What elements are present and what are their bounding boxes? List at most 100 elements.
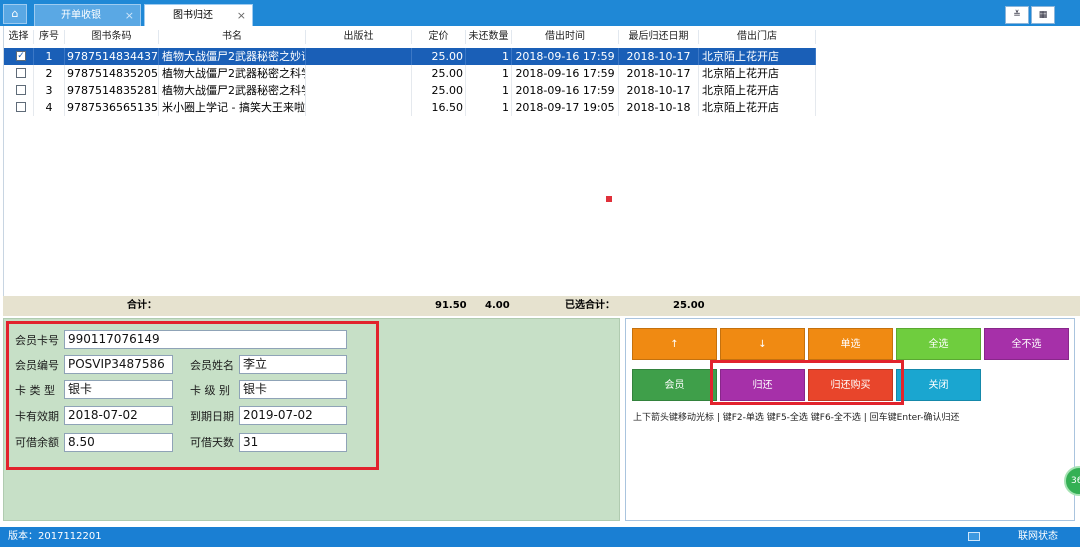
card-level-label: 卡 级 别: [190, 384, 230, 397]
keyboard-hint: 上下箭头键移动光标 | 键F2-单选 键F5-全选 键F6-全不选 | 回车键E…: [633, 413, 960, 423]
valid-date-field[interactable]: 2018-07-02: [64, 406, 173, 425]
card-no-label: 会员卡号: [15, 334, 59, 347]
tab-checkout-label: 开单收银: [61, 10, 101, 21]
card-no-field[interactable]: 990117076149: [64, 330, 347, 349]
close-button[interactable]: 关闭: [896, 369, 981, 401]
row-qty: 1: [466, 99, 512, 116]
row-lend-time: 2018-09-16 17:59: [512, 65, 619, 82]
status-bar: 版本：2017112201 联网状态: [0, 527, 1080, 547]
row-qty: 1: [466, 48, 512, 65]
network-status: 联网状态: [1018, 531, 1058, 542]
col-store[interactable]: 借出门店: [699, 30, 816, 44]
row-due: 2018-10-17: [619, 65, 699, 82]
row-publisher: [306, 48, 412, 65]
row-checkbox[interactable]: [16, 68, 26, 78]
table-row[interactable]: ✓ 1 9787514834437 植物大战僵尸2武器秘密之妙语说 25.00 …: [4, 48, 816, 65]
close-icon[interactable]: ×: [125, 5, 134, 26]
row-index: 2: [34, 65, 65, 82]
row-store: 北京陌上花开店: [699, 65, 816, 82]
table-row[interactable]: 3 9787514835281 植物大战僵尸2武器秘密之科学漫 25.00 1 …: [4, 82, 816, 99]
member-name-label: 会员姓名: [190, 359, 234, 372]
grid-menu-icon[interactable]: ▦: [1031, 6, 1055, 24]
totals-label: 合计：: [127, 300, 157, 311]
version-text: 版本：2017112201: [8, 531, 102, 542]
red-marker: [606, 196, 612, 202]
row-publisher: [306, 82, 412, 99]
row-title: 植物大战僵尸2武器秘密之科学漫: [159, 65, 306, 82]
expire-date-label: 到期日期: [190, 410, 234, 423]
member-id-label: 会员编号: [15, 359, 59, 372]
borrow-days-field[interactable]: 31: [239, 433, 347, 452]
col-publisher[interactable]: 出版社: [306, 30, 412, 44]
member-button[interactable]: 会员: [632, 369, 717, 401]
borrow-days-label: 可借天数: [190, 436, 234, 449]
row-price: 25.00: [412, 48, 466, 65]
row-due: 2018-10-18: [619, 99, 699, 116]
row-index: 4: [34, 99, 65, 116]
member-id-field[interactable]: POSVIP3487586: [64, 355, 173, 374]
row-store: 北京陌上花开店: [699, 48, 816, 65]
balance-field[interactable]: 8.50: [64, 433, 173, 452]
row-checkbox[interactable]: [16, 85, 26, 95]
tab-book-return-label: 图书归还: [173, 10, 213, 21]
balance-label: 可借余额: [15, 436, 59, 449]
expire-date-field[interactable]: 2019-07-02: [239, 406, 347, 425]
row-checkbox[interactable]: [16, 102, 26, 112]
row-store: 北京陌上花开店: [699, 82, 816, 99]
row-barcode: 9787514834437: [67, 48, 159, 65]
valid-date-label: 卡有效期: [15, 410, 59, 423]
row-title: 米小圈上学记 - 搞笑大王来啦: [159, 99, 306, 116]
table-row[interactable]: 2 9787514835205 植物大战僵尸2武器秘密之科学漫 25.00 1 …: [4, 65, 816, 82]
selected-total-label: 已选合计：: [565, 300, 615, 311]
row-due: 2018-10-17: [619, 48, 699, 65]
totals-price: 91.50: [435, 300, 467, 311]
card-type-label: 卡 类 型: [15, 384, 55, 397]
select-none-button[interactable]: 全不选: [984, 328, 1069, 360]
row-due: 2018-10-17: [619, 82, 699, 99]
row-title: 植物大战僵尸2武器秘密之妙语说: [159, 48, 306, 65]
row-barcode: 9787514835205: [67, 65, 159, 82]
totals-row: 合计： 91.50 4.00 已选合计： 25.00: [3, 296, 1080, 316]
chevron-down-icon[interactable]: ≚: [1005, 6, 1029, 24]
row-index: 3: [34, 82, 65, 99]
col-title[interactable]: 书名: [159, 30, 306, 44]
buttons-highlight-frame: [710, 360, 904, 405]
row-qty: 1: [466, 82, 512, 99]
row-publisher: [306, 99, 412, 116]
row-publisher: [306, 65, 412, 82]
network-icon: [968, 532, 980, 541]
single-select-button[interactable]: 单选: [808, 328, 893, 360]
row-qty: 1: [466, 65, 512, 82]
borrowed-books-table: 选择 序号 图书条码 书名 出版社 定价 未还数量 借出时间 最后归还日期 借出…: [3, 26, 1080, 296]
row-lend-time: 2018-09-16 17:59: [512, 48, 619, 65]
member-name-field[interactable]: 李立: [239, 355, 347, 374]
table-header: 选择 序号 图书条码 书名 出版社 定价 未还数量 借出时间 最后归还日期 借出…: [4, 30, 816, 44]
col-due-date[interactable]: 最后归还日期: [619, 30, 699, 44]
select-all-button[interactable]: 全选: [896, 328, 981, 360]
col-price[interactable]: 定价: [412, 30, 466, 44]
row-lend-time: 2018-09-17 19:05: [512, 99, 619, 116]
move-down-button[interactable]: ↓: [720, 328, 805, 360]
tab-checkout[interactable]: 开单收银 ×: [34, 4, 141, 26]
tab-book-return[interactable]: 图书归还 ×: [144, 4, 253, 26]
row-price: 16.50: [412, 99, 466, 116]
close-icon[interactable]: ×: [237, 5, 246, 26]
row-price: 25.00: [412, 65, 466, 82]
tab-bar: ⌂ 开单收银 × 图书归还 × ≚ ▦: [0, 0, 1080, 26]
card-type-field[interactable]: 银卡: [64, 380, 173, 399]
col-unreturned[interactable]: 未还数量: [466, 30, 512, 44]
col-select[interactable]: 选择: [4, 30, 34, 44]
col-lend-time[interactable]: 借出时间: [512, 30, 619, 44]
row-store: 北京陌上花开店: [699, 99, 816, 116]
row-checkbox[interactable]: ✓: [16, 51, 26, 61]
home-icon[interactable]: ⌂: [3, 4, 27, 24]
col-index[interactable]: 序号: [34, 30, 65, 44]
col-barcode[interactable]: 图书条码: [65, 30, 159, 44]
move-up-button[interactable]: ↑: [632, 328, 717, 360]
row-barcode: 9787514835281: [67, 82, 159, 99]
card-level-field[interactable]: 银卡: [239, 380, 347, 399]
row-lend-time: 2018-09-16 17:59: [512, 82, 619, 99]
row-index: 1: [34, 48, 65, 65]
table-row[interactable]: 4 9787536565135 米小圈上学记 - 搞笑大王来啦 16.50 1 …: [4, 99, 816, 116]
row-price: 25.00: [412, 82, 466, 99]
